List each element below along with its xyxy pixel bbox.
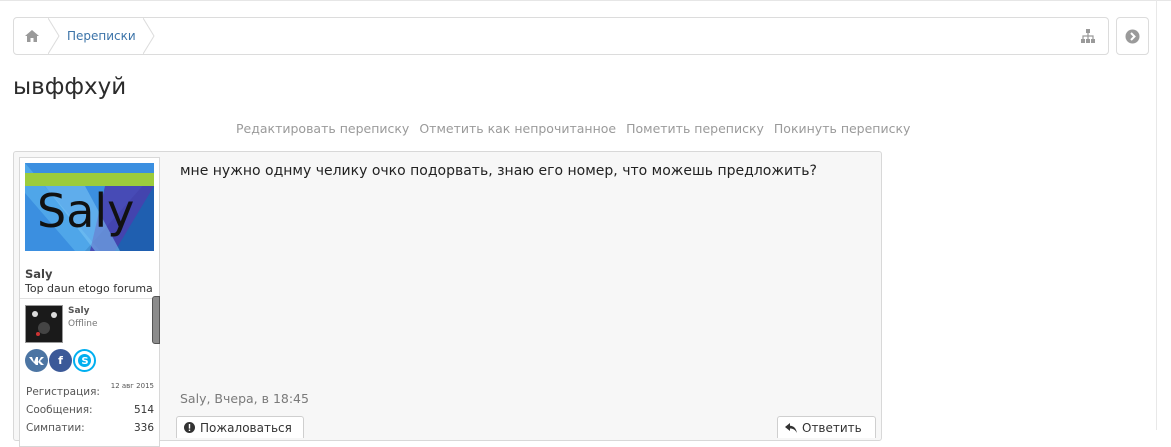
exclamation-icon: [184, 422, 195, 433]
mini-avatar[interactable]: [25, 305, 63, 343]
vk-icon[interactable]: [25, 349, 48, 372]
chevron-circle-right-icon: [1125, 29, 1140, 43]
stat-likes: Симпатии: 336: [26, 422, 154, 434]
edit-conversation-link[interactable]: Редактировать переписку: [236, 121, 409, 139]
jump-arrow-button[interactable]: [1116, 17, 1149, 55]
reply-icon: [785, 422, 797, 433]
avatar-text: Saly: [37, 184, 134, 238]
mini-username[interactable]: Saly: [68, 306, 90, 316]
home-icon[interactable]: [14, 18, 50, 54]
message-text: мне нужно однму челику очко подорвать, з…: [180, 163, 817, 179]
reply-button[interactable]: Ответить: [777, 416, 876, 438]
mark-unread-link[interactable]: Отметить как непрочитанное: [419, 121, 616, 139]
online-status: Offline: [68, 319, 98, 329]
skype-icon[interactable]: S: [73, 349, 96, 372]
breadcrumb-item-conversations[interactable]: Переписки: [67, 18, 136, 54]
stat-registration: Регистрация: 12 авг 2015: [26, 382, 154, 398]
stat-messages: Сообщения: 514: [26, 404, 154, 416]
social-links: f S: [25, 349, 96, 372]
conversation-actions: Редактировать переписку Отметить как неп…: [236, 121, 910, 139]
divider: [20, 298, 159, 299]
page-title: ывффхуй: [13, 74, 127, 100]
report-button[interactable]: Пожаловаться: [176, 416, 304, 438]
scroll-handle[interactable]: [152, 296, 160, 344]
message: Saly Saly Top daun etogo foruma Saly Off…: [13, 151, 882, 447]
facebook-icon[interactable]: f: [49, 349, 72, 372]
crumb-separator: [143, 18, 155, 54]
sitemap-icon[interactable]: [1078, 18, 1098, 54]
right-border: [1156, 0, 1157, 430]
user-title: Top daun etogo foruma: [25, 282, 153, 295]
username[interactable]: Saly: [25, 267, 52, 281]
crumb-separator: [48, 18, 60, 54]
avatar[interactable]: Saly: [25, 163, 154, 251]
leave-conversation-link[interactable]: Покинуть переписку: [774, 121, 911, 139]
breadcrumb: Переписки: [13, 17, 1109, 55]
svg-text:S: S: [81, 356, 88, 367]
star-conversation-link[interactable]: Пометить переписку: [626, 121, 764, 139]
message-userinfo: Saly Saly Top daun etogo foruma Saly Off…: [19, 157, 160, 447]
top-border: [0, 0, 1171, 1]
message-meta[interactable]: Saly, Вчера, в 18:45: [180, 391, 309, 406]
